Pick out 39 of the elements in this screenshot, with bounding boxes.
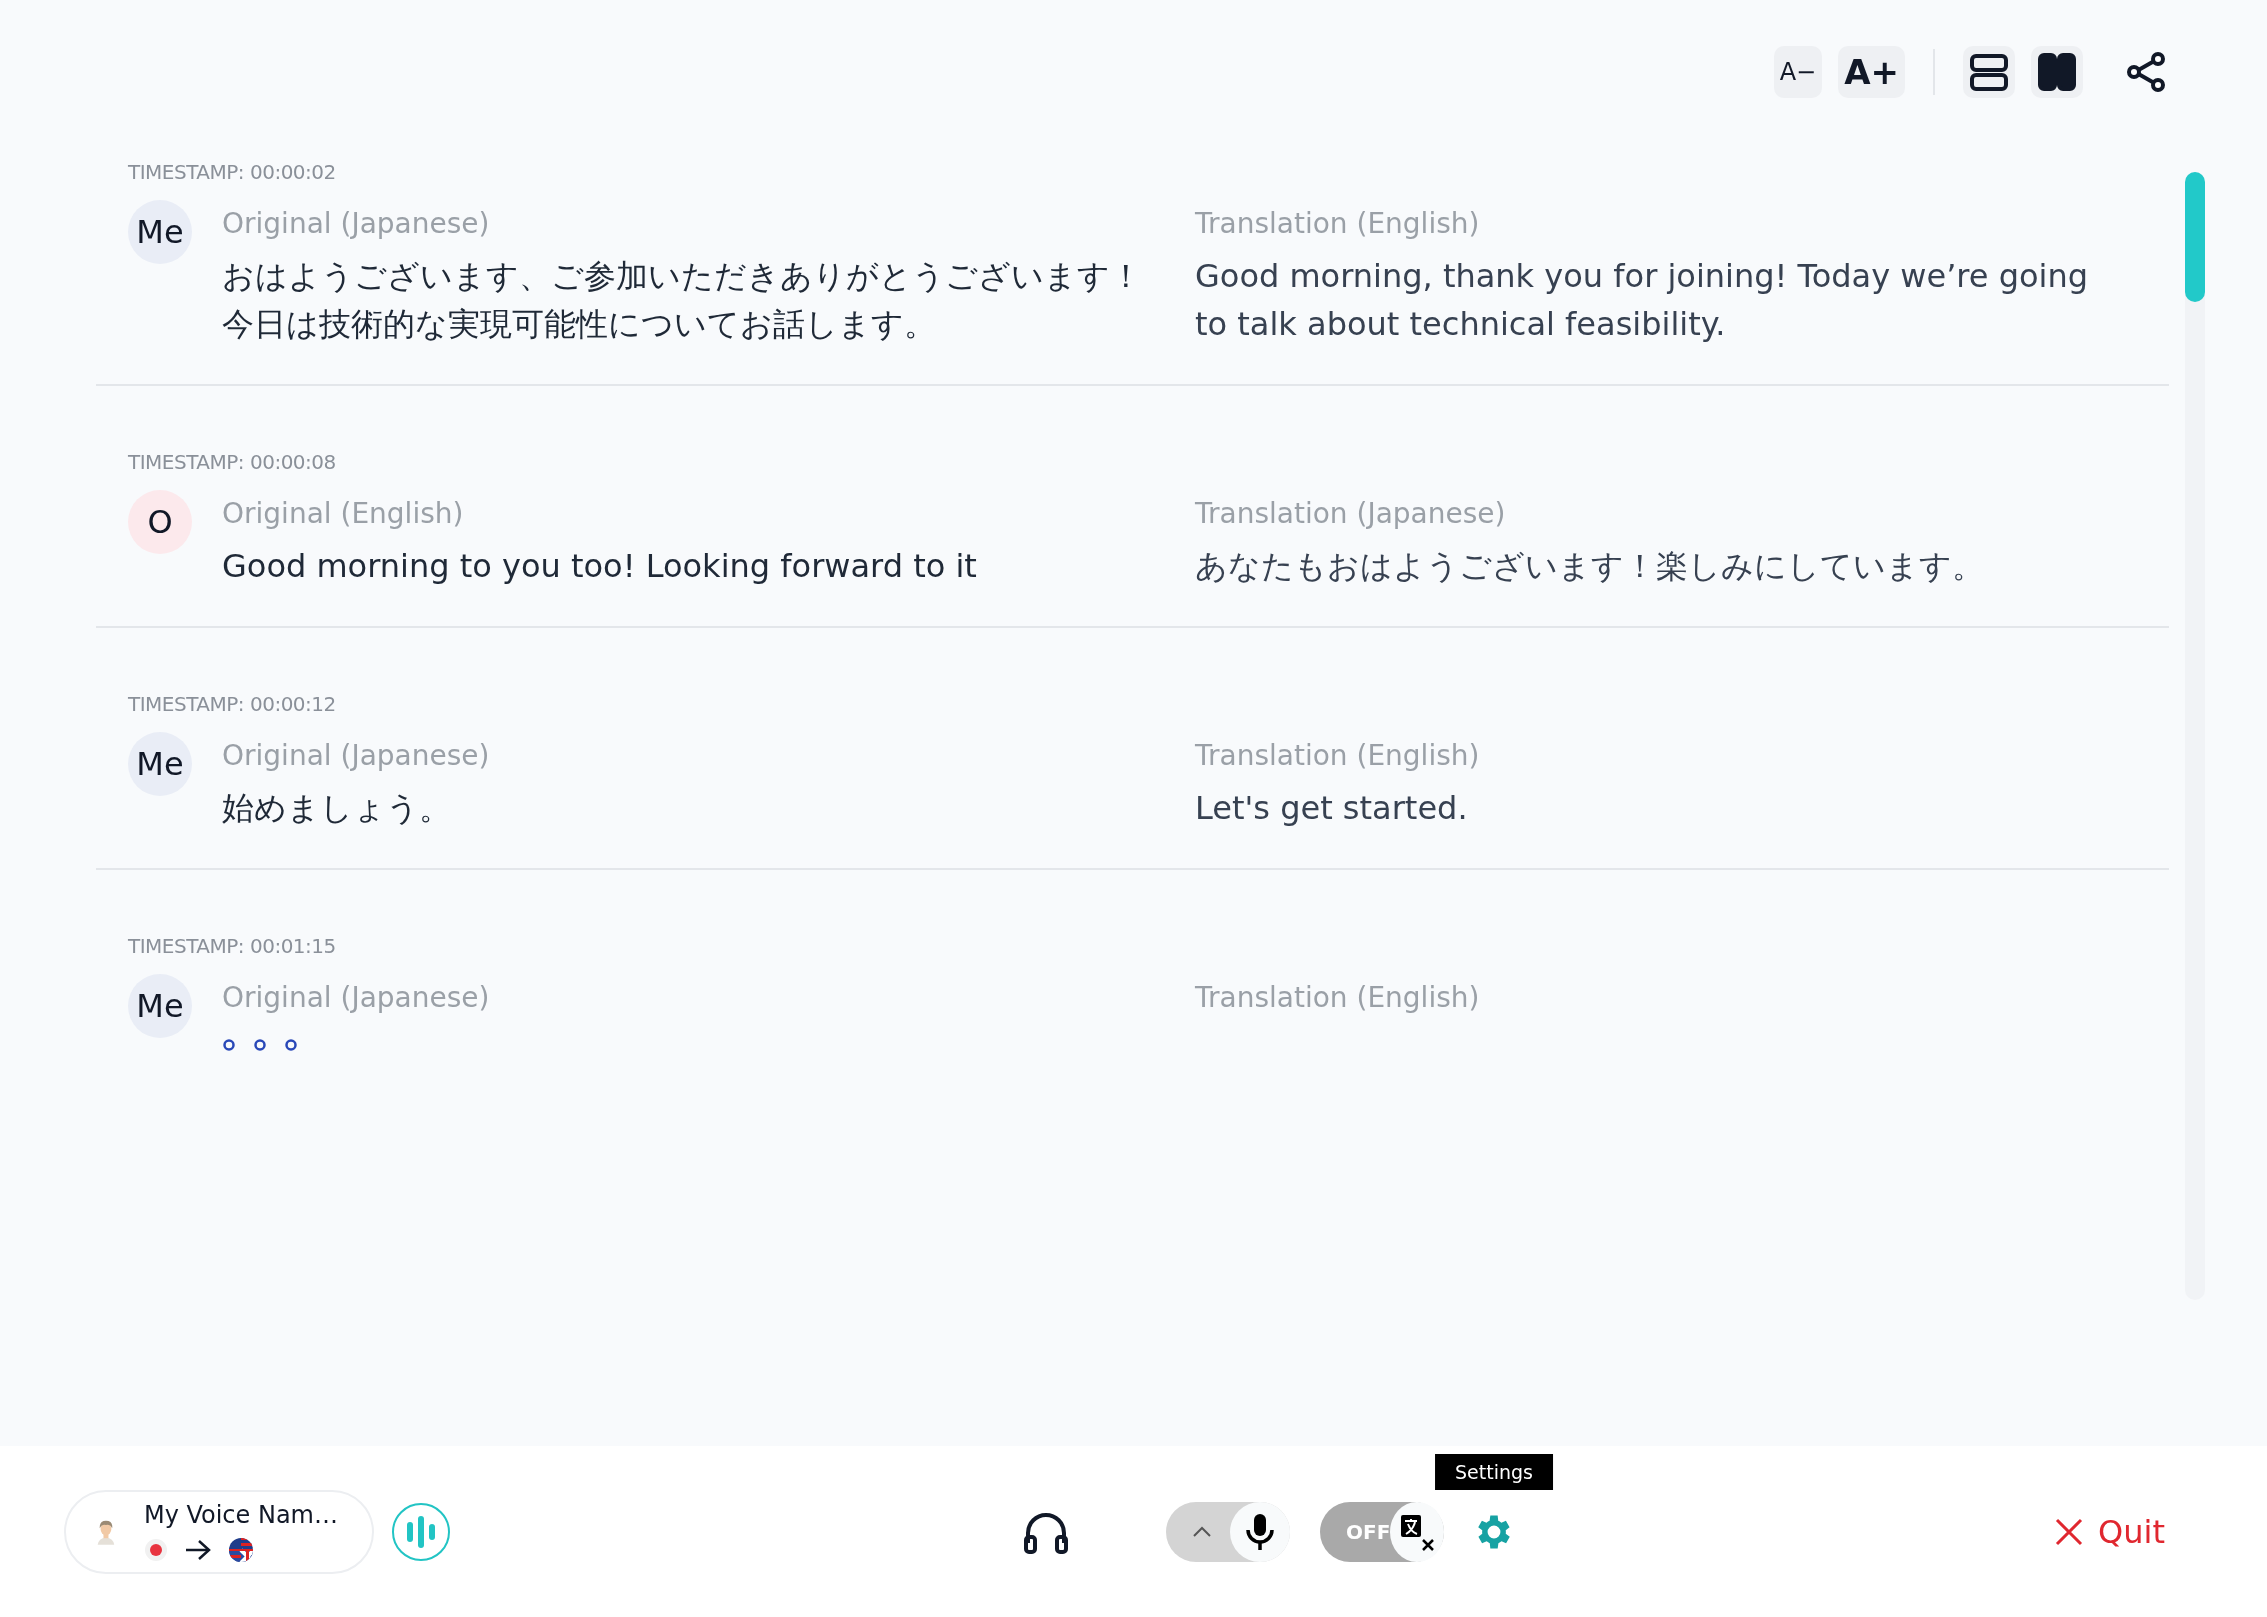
original-label: Original (English) [222,496,465,532]
translation-text: Good morning, thank you for joining! Today we’re going to talk about technical feasibility. [1195,256,2089,345]
original-text: おはようございます、ご参加いただきありがとうございます！今日は技術的な実現可能性についてお話します。 [222,256,1143,345]
quit-button[interactable]: Quit [2048,1511,2171,1552]
tooltip: Settings [1435,1453,1553,1490]
original-label: Original (Japanese) [222,206,491,242]
japan-flag-icon [143,1537,168,1562]
original-label: Original (Japanese) [222,980,491,1016]
increase-font-button[interactable]: A+ [1838,46,1905,98]
speaker-avatar: O [128,490,192,554]
translation-text: Let's get started. [1195,788,1469,829]
close-icon [2054,1516,2085,1547]
flag-icon [227,1536,254,1563]
original-text: 始めましょう。 [222,788,452,829]
voice-card[interactable]: My Voice Nam… [64,1489,374,1574]
speaker-avatar: Me [128,732,192,796]
stacked-layout-button[interactable] [1963,46,2015,98]
toggle-label: OFF [1346,1519,1391,1544]
audio-bars-icon [406,1514,436,1549]
caret-up-icon [1192,1525,1212,1538]
translation-label: Translation (English) [1195,206,1481,242]
original-text: Good morning to you too! Looking forward to it [222,546,978,587]
translate-off-icon [1390,1501,1444,1562]
timestamp: TIMESTAMP: 00:00:08 [128,450,337,474]
translation-label: Translation (English) [1195,738,1481,774]
timestamp: TIMESTAMP: 00:00:02 [128,160,337,184]
timestamp: TIMESTAMP: 00:00:12 [128,692,337,716]
translation-label: Translation (Japanese) [1195,496,1507,532]
arrow-right-icon [183,1537,212,1562]
decrease-font-button[interactable]: A− [1773,46,1823,98]
speaker-avatar: Me [128,974,192,1038]
voice-name: My Voice Nam… [143,1500,338,1529]
scrollbar-thumb[interactable] [2185,172,2205,302]
speaker-avatar: Me [128,200,192,264]
translation-label: Translation (English) [1195,980,1481,1016]
timestamp: TIMESTAMP: 00:01:15 [128,934,337,958]
original-label: Original (Japanese) [222,738,491,774]
translation-text: あなたもおはようございます！楽しみにしています。 [1195,546,1985,587]
columns-layout-button[interactable] [2031,46,2083,98]
